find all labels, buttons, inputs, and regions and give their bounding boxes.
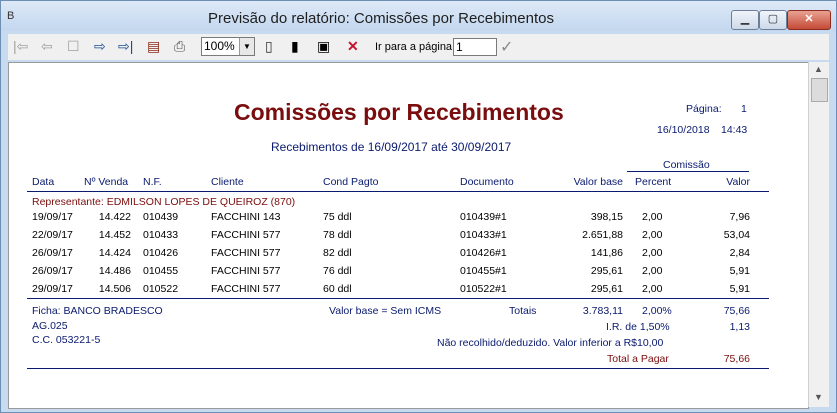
confirm-icon[interactable]: ✓ (500, 37, 513, 57)
col-venda: Nº Venda (84, 176, 129, 188)
col-percent: Percent (635, 176, 672, 188)
deduction-note: Não recolhido/deduzido. Valor inferior a… (437, 337, 664, 349)
commission-underline (627, 171, 749, 172)
next-page-icon[interactable]: ⇨ (94, 37, 106, 55)
ir-label: I.R. de 1,50% (606, 321, 670, 333)
report-preview-window: B Previsão do relatório: Comissões por R… (0, 0, 837, 413)
scroll-thumb[interactable] (811, 78, 828, 102)
col-valor-base: Valor base (573, 176, 623, 188)
col-cond-pagto: Cond Pagto (323, 176, 379, 188)
total-pay-label: Total a Pagar (607, 353, 669, 365)
col-documento: Documento (460, 176, 514, 188)
export-icon[interactable]: ▤ (147, 37, 160, 55)
totals-base: 3.783,11 (582, 305, 623, 317)
preview-toolbar: |⇦ ⇦ ☐ ⇨ ⇨| ▤ ⎙ 100% ▼ ▯ ▮ ▣ ✕ Ir para a… (8, 34, 829, 60)
total-pay-value: 75,66 (723, 353, 750, 365)
first-page-icon[interactable]: |⇦ (13, 37, 28, 55)
report-page: Comissões por Recebimentos Página: 1 16/… (8, 62, 809, 409)
report-time: 14:43 (721, 124, 748, 136)
window-title: Previsão do relatório: Comissões por Rec… (208, 10, 554, 27)
minimize-button[interactable]: ▁ (731, 10, 759, 30)
commission-group-label: Comissão (663, 159, 710, 171)
page-width-icon[interactable]: ▮ (291, 37, 299, 55)
full-page-icon[interactable]: ▣ (317, 37, 330, 55)
chevron-down-icon[interactable]: ▼ (239, 38, 254, 55)
col-data: Data (32, 176, 55, 188)
col-valor: Valor (726, 176, 750, 188)
ir-value: 1,13 (729, 321, 750, 333)
totals-divider (27, 298, 769, 299)
close-button[interactable]: ✕ (787, 10, 831, 30)
goto-page-label: Ir para a página (375, 41, 453, 53)
col-cliente: Cliente (211, 176, 244, 188)
conta-label: C.C. 053221-5 (32, 334, 101, 346)
page-icon[interactable]: ▯ (265, 37, 273, 55)
report-date: 16/10/2018 (657, 124, 710, 136)
title-bar: B Previsão do relatório: Comissões por R… (1, 1, 836, 31)
report-title: Comissões por Recebimentos (234, 99, 564, 125)
totals-value: 75,66 (723, 305, 750, 317)
totals-label: Totais (509, 305, 537, 317)
representative-line: Representante: EDMILSON LOPES DE QUEIROZ… (32, 196, 296, 208)
close-preview-icon[interactable]: ✕ (347, 37, 359, 55)
ficha-label: Ficha: BANCO BRADESCO (32, 305, 163, 317)
report-period: Recebimentos de 16/09/2017 até 30/09/201… (271, 140, 512, 154)
agencia-label: AG.025 (32, 320, 68, 332)
page-label: Página: (686, 103, 722, 115)
page-number-input[interactable]: 1 (453, 38, 497, 56)
page-number: 1 (741, 103, 747, 115)
last-page-icon[interactable]: ⇨| (118, 37, 133, 55)
stop-icon[interactable]: ☐ (67, 37, 80, 55)
vertical-scrollbar[interactable]: ▲ ▼ (808, 62, 829, 407)
zoom-select[interactable]: 100% ▼ (201, 37, 255, 56)
footer-divider (27, 368, 769, 369)
zoom-value: 100% (204, 39, 235, 53)
scroll-down-icon[interactable]: ▼ (811, 392, 826, 404)
base-note: Valor base = Sem ICMS (329, 305, 442, 317)
header-divider (27, 191, 769, 192)
col-nf: N.F. (143, 176, 162, 188)
scroll-up-icon[interactable]: ▲ (811, 64, 826, 76)
totals-percent: 2,00% (642, 305, 672, 317)
maximize-button[interactable]: ▢ (759, 10, 787, 30)
prev-page-icon[interactable]: ⇦ (41, 37, 53, 55)
print-icon[interactable]: ⎙ (174, 37, 185, 55)
